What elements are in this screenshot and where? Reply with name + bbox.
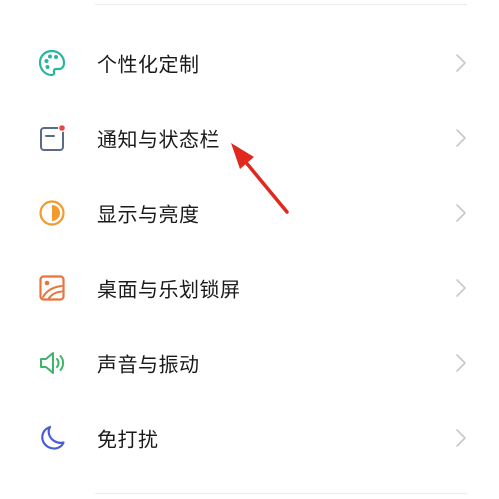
wallpaper-icon (37, 273, 67, 303)
settings-item-label: 个性化定制 (97, 52, 200, 76)
chevron-right-icon (455, 278, 467, 298)
settings-screen: 个性化定制 通知与状态栏 显示与亮度 桌面与乐划锁屏 声音与振动 免打扰 (0, 0, 499, 499)
chevron-right-icon (455, 128, 467, 148)
settings-item-personalization[interactable]: 个性化定制 (0, 25, 499, 100)
speaker-icon (37, 348, 67, 378)
settings-item-display-brightness[interactable]: 显示与亮度 (0, 175, 499, 250)
brightness-icon (37, 198, 67, 228)
settings-item-do-not-disturb[interactable]: 免打扰 (0, 400, 499, 475)
top-divider (95, 4, 467, 5)
settings-item-sound-vibration[interactable]: 声音与振动 (0, 325, 499, 400)
settings-item-label: 桌面与乐划锁屏 (97, 277, 241, 301)
bottom-divider (95, 493, 467, 494)
chevron-right-icon (455, 53, 467, 73)
settings-item-label: 显示与亮度 (97, 202, 200, 226)
moon-icon (37, 423, 67, 453)
settings-item-desktop-lockscreen[interactable]: 桌面与乐划锁屏 (0, 250, 499, 325)
settings-item-label: 免打扰 (97, 427, 159, 451)
chevron-right-icon (455, 353, 467, 373)
chevron-right-icon (455, 203, 467, 223)
palette-icon (37, 48, 67, 78)
settings-item-label: 通知与状态栏 (97, 127, 220, 151)
settings-item-notifications-statusbar[interactable]: 通知与状态栏 (0, 100, 499, 175)
chevron-right-icon (455, 428, 467, 448)
notification-icon (37, 123, 67, 153)
settings-item-label: 声音与振动 (97, 352, 200, 376)
